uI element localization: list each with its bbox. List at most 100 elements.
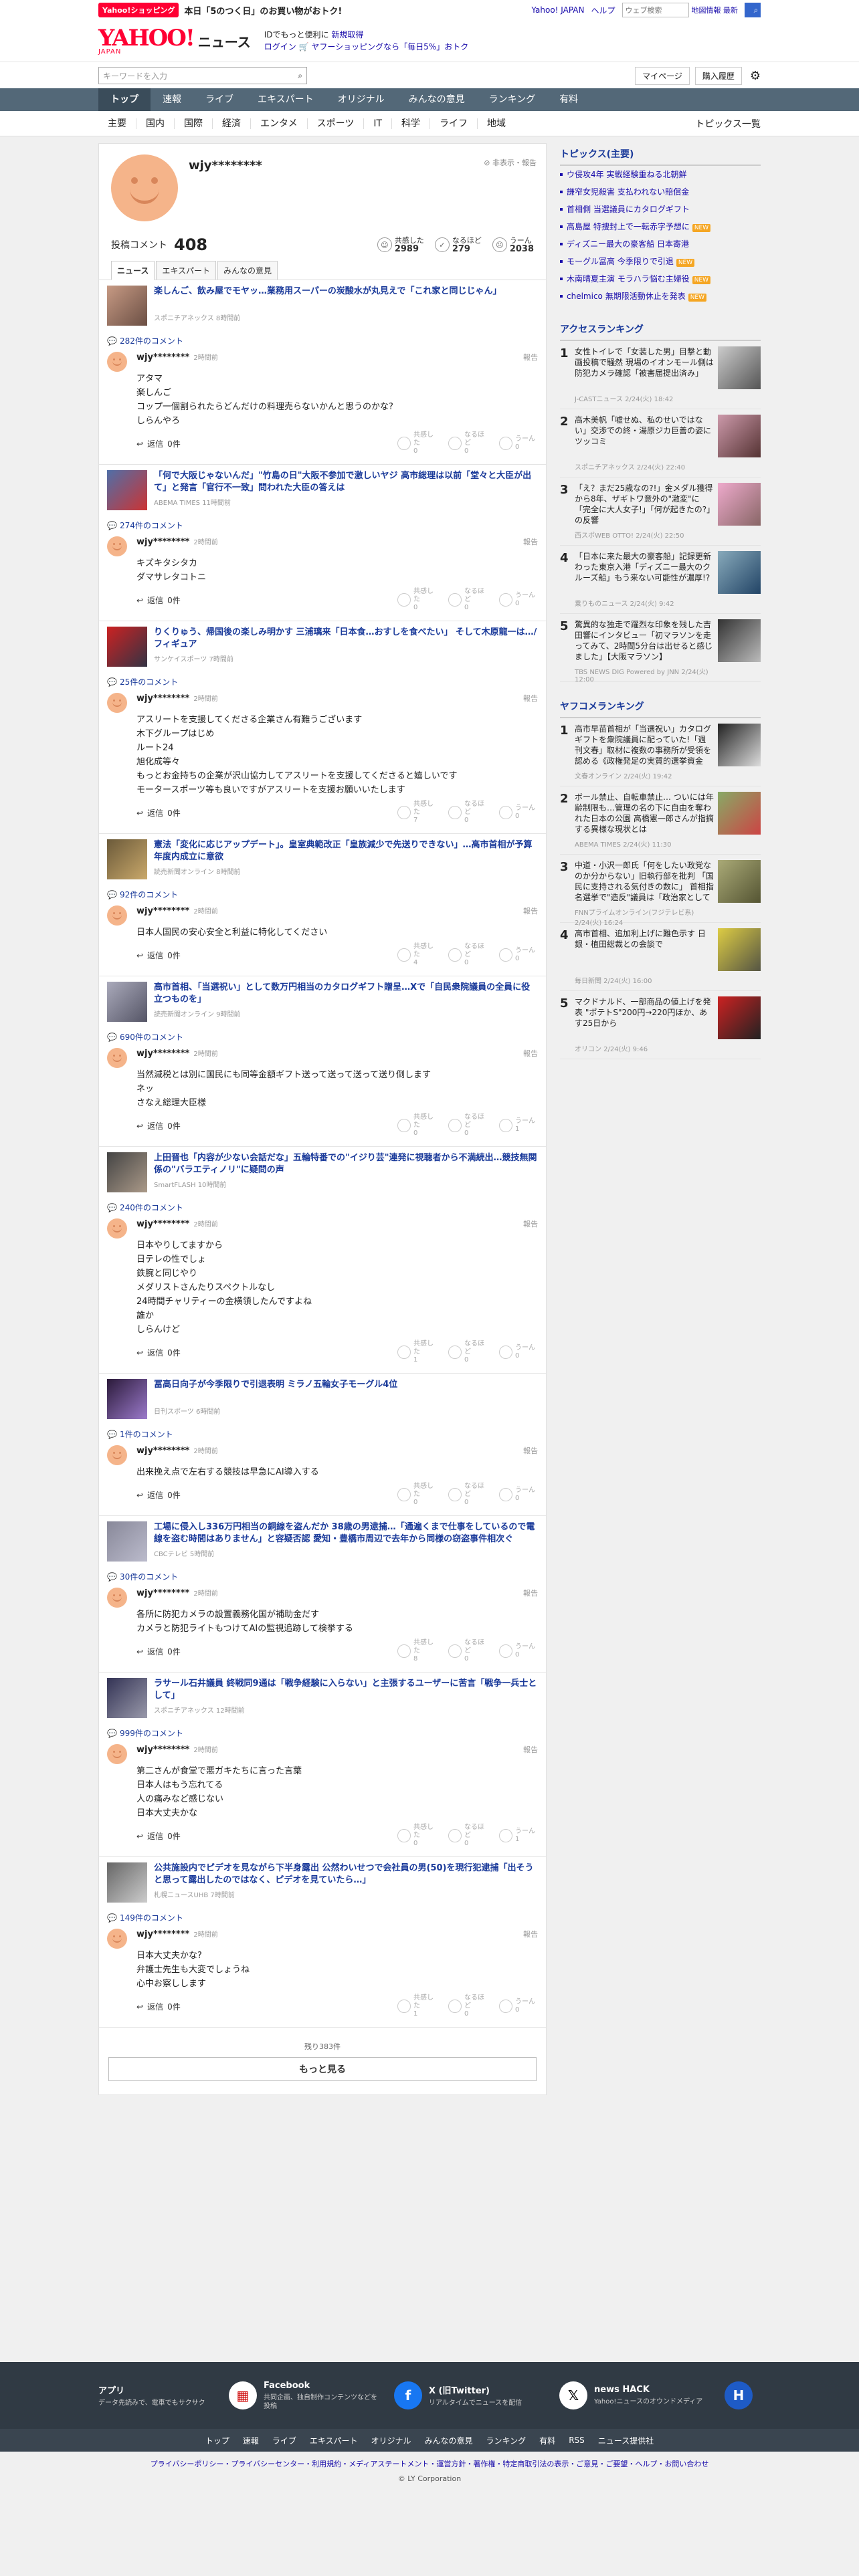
avatar[interactable] [107, 1445, 127, 1465]
search-icon[interactable]: ⌕ [298, 71, 302, 81]
vote-understand-button[interactable]: なるほど 0 [448, 1113, 487, 1138]
vote-understand-button[interactable]: なるほど 0 [448, 1994, 487, 2018]
report-link[interactable]: 報告 [523, 1445, 538, 1456]
avatar[interactable] [107, 1588, 127, 1608]
report-link[interactable]: 報告 [523, 693, 538, 704]
vote-understand-button[interactable]: なるほど 0 [448, 431, 487, 455]
footer-nav-item[interactable]: RSS [569, 2436, 585, 2445]
ranking-item[interactable]: 2 ボール禁止、自転車禁止… ついには年齢制限も…管理の名の下に自由を奪われた日本… [560, 786, 761, 855]
footer-nav-item[interactable]: エキスパート [310, 2435, 358, 2446]
report-link[interactable]: 報告 [523, 905, 538, 916]
footer-app-2[interactable]: X (旧Twitter) リアルタイムでニュースを配信 𝕏 [429, 2381, 594, 2409]
vote-hmm-button[interactable]: うーん 0 [499, 588, 538, 612]
ranking-thumbnail[interactable] [718, 860, 761, 903]
avatar[interactable] [107, 1218, 127, 1239]
comment-count-link[interactable]: 💬 282件のコメント [107, 335, 538, 346]
footer-nav-item[interactable]: トップ [205, 2435, 229, 2446]
topic-text[interactable]: モーグル冨高 今季限りで引退 [567, 257, 674, 266]
ranking-title[interactable]: 「え？まだ25歳なの?!」金メダル獲得から8年、ザギトワ意外の"激変"に「完全に… [575, 483, 714, 526]
shopping-link[interactable]: ヤフーショッピングなら「毎日5%」おトク [311, 42, 468, 51]
topic-text[interactable]: ディズニー最大の豪客船 日本寄港 [567, 239, 689, 249]
article-link[interactable]: 冨高日向子が今季限りで引退表明 ミラノ五輪女子モーグル4位 日刊スポーツ 6時間前 [107, 1379, 538, 1419]
vote-understand-button[interactable]: なるほど 0 [448, 1639, 487, 1663]
reply-button[interactable]: ↩ 返信 0件 [136, 1347, 181, 1358]
article-thumbnail[interactable] [107, 1152, 147, 1192]
topic-item[interactable]: 高島屋 特捜封上で一転赤字予想に NEW [560, 218, 761, 235]
vote-hmm-button[interactable]: うーん 0 [499, 800, 538, 825]
ranking-thumbnail[interactable] [718, 724, 761, 766]
vote-empathy-button[interactable]: 共感した 0 [397, 588, 436, 612]
footer-nav-item[interactable]: ランキング [486, 2435, 527, 2446]
vote-hmm-button[interactable]: うーん 0 [499, 1340, 538, 1364]
avatar[interactable] [107, 1048, 127, 1068]
category-nav-item[interactable]: ライフ [430, 118, 478, 129]
ranking-item[interactable]: 2 高木美帆「嘘せぬ、私のせいではない」交渉での終・湯原ジカ巨善の姿にツッコミ スポ… [560, 409, 761, 477]
ranking-item[interactable]: 3 「え？まだ25歳なの?!」金メダル獲得から8年、ザギトワ意外の"激変"に「完全… [560, 477, 761, 546]
ranking-thumbnail[interactable] [718, 619, 761, 662]
mypage-button[interactable]: マイページ [635, 66, 690, 85]
reply-button[interactable]: ↩ 返信 0件 [136, 1830, 181, 1842]
footer-nav-item[interactable]: 有料 [539, 2435, 555, 2446]
article-title[interactable]: 楽しんご、飲み屋でモヤッ…業務用スーパーの炭酸水が丸見えで「これ家と同じじゃん」 [154, 286, 501, 310]
report-link[interactable]: 報告 [523, 536, 538, 547]
comment-count-link[interactable]: 💬 690件のコメント [107, 1031, 538, 1043]
article-title[interactable]: 上田晋也「内容が少ない会話だな」五輪特番での"イジり芸"連発に視聴者から不満続出… [154, 1152, 538, 1176]
tab-opinion[interactable]: みんなの意見 [217, 261, 278, 280]
article-link[interactable]: 工場に侵入し336万円相当の銅線を盗んだか 38歳の男逮捕…「通遍くまで仕事をし… [107, 1521, 538, 1562]
article-link[interactable]: 上田晋也「内容が少ない会話だな」五輪特番での"イジり芸"連発に視聴者から不満続出… [107, 1152, 538, 1192]
avatar[interactable] [107, 905, 127, 926]
article-thumbnail[interactable] [107, 1521, 147, 1562]
footer-nav-item[interactable]: みんなの意見 [425, 2435, 473, 2446]
global-nav-item[interactable]: ランキング [477, 88, 548, 111]
vote-empathy-button[interactable]: 共感した 8 [397, 1639, 436, 1663]
ranking-title[interactable]: 驚異的な独走で躍烈な印象を残した吉田響にインタビュー「初マラソンを走ってみて、2… [575, 619, 714, 662]
vote-understand-button[interactable]: なるほど 0 [448, 1483, 487, 1507]
report-link[interactable]: 報告 [523, 1048, 538, 1059]
article-link[interactable]: 高市首相、「当選祝い」として数万円相当のカタログギフト贈呈…Xで「自民衆院議員の… [107, 982, 538, 1022]
vote-hmm-button[interactable]: うーん 0 [499, 1483, 538, 1507]
comment-count-link[interactable]: 💬 149件のコメント [107, 1912, 538, 1923]
ranking-thumbnail[interactable] [718, 928, 761, 971]
vote-hmm-button[interactable]: うーん 1 [499, 1113, 538, 1138]
comment-username[interactable]: wjy******** [136, 693, 189, 704]
reply-button[interactable]: ↩ 返信 0件 [136, 1489, 181, 1501]
topic-item[interactable]: モーグル冨高 今季限りで引退 NEW [560, 253, 761, 270]
comment-username[interactable]: wjy******** [136, 1219, 189, 1229]
reply-button[interactable]: ↩ 返信 0件 [136, 950, 181, 961]
footer-nav-item[interactable]: ライブ [272, 2435, 296, 2446]
comment-username[interactable]: wjy******** [136, 537, 189, 547]
category-nav-item[interactable]: 地域 [478, 118, 515, 129]
hide-report-link[interactable]: ⊘ 非表示・報告 [484, 157, 537, 168]
vote-understand-button[interactable]: なるほど 0 [448, 1340, 487, 1364]
avatar[interactable] [107, 536, 127, 556]
vote-empathy-button[interactable]: 共感した 4 [397, 943, 436, 967]
article-title[interactable]: 冨高日向子が今季限りで引退表明 ミラノ五輪女子モーグル4位 [154, 1379, 397, 1403]
topic-text[interactable]: 首相側 当選議員にカタログギフト [567, 205, 690, 214]
vote-hmm-button[interactable]: うーん 0 [499, 943, 538, 967]
ranking-item[interactable]: 4 高市首相、追加利上げに難色示す 日銀・植田総裁との会談で 毎日新聞 2/24(火… [560, 923, 761, 991]
global-nav-item[interactable]: トップ [98, 88, 151, 111]
ranking-title[interactable]: 高市早苗首相が「当選祝い」カタログギフトを衆院議員に配っていた!「週刊文春」取材… [575, 724, 714, 766]
ranking-thumbnail[interactable] [718, 346, 761, 389]
reply-button[interactable]: ↩ 返信 0件 [136, 595, 181, 606]
vote-empathy-button[interactable]: 共感した 0 [397, 1824, 436, 1848]
article-thumbnail[interactable] [107, 839, 147, 879]
ranking-item[interactable]: 5 マクドナルド、一部商品の値上げを発表 "ポテトS"200円→220円ほか、あす… [560, 991, 761, 1059]
report-link[interactable]: 報告 [523, 1218, 538, 1229]
avatar[interactable] [107, 1929, 127, 1949]
shopping-promo-text[interactable]: 本日「5のつく日」のお買い物がおトク! [184, 4, 342, 17]
topic-text[interactable]: 高島屋 特捜封上で一転赤字予想に [567, 222, 690, 231]
report-link[interactable]: 報告 [523, 1929, 538, 1939]
topic-item[interactable]: chelmico 無期限活動休止を発表 NEW [560, 288, 761, 305]
global-nav-item[interactable]: オリジナル [326, 88, 397, 111]
comment-username[interactable]: wjy******** [136, 1929, 189, 1939]
topic-text[interactable]: 木南晴夏主演 モラハラ悩む主婦役 [567, 274, 690, 284]
category-nav-item[interactable]: IT [364, 118, 393, 129]
ranking-title[interactable]: 高市首相、追加利上げに難色示す 日銀・植田総裁との会談で [575, 928, 714, 971]
report-link[interactable]: 報告 [523, 352, 538, 362]
category-nav-item[interactable]: 国際 [175, 118, 213, 129]
map-info-link[interactable]: 地図情報 最新 [692, 5, 739, 15]
avatar[interactable] [107, 693, 127, 713]
comment-count-link[interactable]: 💬 999件のコメント [107, 1727, 538, 1739]
category-nav-item[interactable]: 経済 [213, 118, 251, 129]
